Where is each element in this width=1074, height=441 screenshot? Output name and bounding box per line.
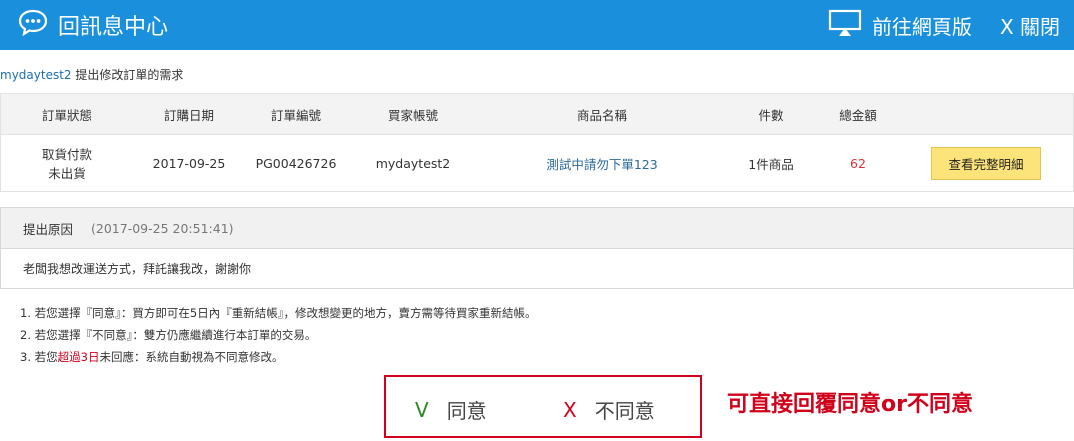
close-button[interactable]: X 關閉 <box>1000 11 1060 40</box>
total-amount: 62 <box>817 134 899 192</box>
product-link[interactable]: 測試中請勿下單123 <box>546 157 657 172</box>
check-v-icon: V <box>415 397 429 422</box>
note3-suffix: 未回應：系統自動視為不同意修改。 <box>99 350 284 364</box>
notes-list: 1. 若您選擇『同意』：買方即可在5日內『重新結帳』，修改想變更的地方，賣方需等… <box>20 302 536 368</box>
agree-label: 同意 <box>446 399 487 423</box>
header-buyer: 買家帳號 <box>347 93 479 135</box>
webpage-version-label: 前往網頁版 <box>871 14 972 39</box>
note-item: 2. 若您選擇『不同意』：雙方仍應繼續進行本訂單的交易。 <box>20 328 317 342</box>
requester-username[interactable]: mydaytest2 <box>0 68 72 82</box>
header-actions <box>899 93 1074 135</box>
disagree-label: 不同意 <box>594 399 655 423</box>
header-date: 訂購日期 <box>133 93 245 135</box>
note3-prefix: 3. 若您 <box>20 350 58 364</box>
order-table-header: 訂單狀態 訂購日期 訂單編號 買家帳號 商品名稱 件數 總金額 <box>0 93 1074 135</box>
header-status: 訂單狀態 <box>0 93 133 135</box>
header-order-no: 訂單編號 <box>245 93 347 135</box>
annotation-hint: 可直接回覆同意or不同意 <box>727 392 973 417</box>
product-cell: 測試中請勿下單123 <box>479 134 725 192</box>
view-details-button[interactable]: 查看完整明細 <box>931 146 1041 180</box>
order-status-line1: 取貨付款 <box>41 147 92 162</box>
reply-options-box: V 同意 X 不同意 <box>384 375 702 438</box>
reason-label: 提出原因 <box>23 221 74 237</box>
reason-header: 提出原因 (2017-09-25 20:51:41) <box>1 208 1073 249</box>
header-product: 商品名稱 <box>479 93 725 135</box>
reason-text: 老闆我想改運送方式，拜託讓我改，謝謝你 <box>23 262 252 276</box>
header-actions: 前往網頁版 X 關閉 <box>828 8 1060 42</box>
note-item: 1. 若您選擇『同意』：買方即可在5日內『重新結帳』，修改想變更的地方，賣方需等… <box>20 306 537 320</box>
table-row: 取貨付款 未出貨 2017-09-25 PG00426726 mydaytest… <box>0 134 1074 192</box>
agree-button[interactable]: V 同意 <box>415 395 487 424</box>
order-table: 訂單狀態 訂購日期 訂單編號 買家帳號 商品名稱 件數 總金額 取貨付款 未出貨… <box>0 93 1074 192</box>
buyer-account: mydaytest2 <box>347 134 479 192</box>
close-label: X 關閉 <box>999 14 1060 39</box>
item-count: 1件商品 <box>725 134 817 192</box>
request-line: mydaytest2 提出修改訂單的需求 <box>0 66 183 83</box>
header-qty: 件數 <box>725 93 817 135</box>
reason-timestamp: (2017-09-25 20:51:41) <box>91 220 234 236</box>
order-date: 2017-09-25 <box>133 134 245 192</box>
reason-panel: 提出原因 (2017-09-25 20:51:41) 老闆我想改運送方式，拜託讓… <box>0 207 1074 289</box>
request-text: 提出修改訂單的需求 <box>71 68 184 82</box>
order-status-line2: 未出貨 <box>48 166 86 181</box>
monitor-icon <box>828 9 862 42</box>
order-number: PG00426726 <box>245 134 347 192</box>
order-status-cell: 取貨付款 未出貨 <box>0 134 133 192</box>
header-bar: 回訊息中心 前往網頁版 X 關閉 <box>0 0 1074 50</box>
cross-x-icon: X <box>563 397 577 422</box>
disagree-button[interactable]: X 不同意 <box>563 395 655 424</box>
chat-bubble-icon <box>18 8 48 42</box>
note-item: 3. 若您超過3日未回應：系統自動視為不同意修改。 <box>20 346 536 368</box>
detail-cell: 查看完整明細 <box>899 134 1074 192</box>
note3-highlight: 超過3日 <box>57 350 100 364</box>
webpage-version-button[interactable]: 前往網頁版 <box>828 9 972 42</box>
header-title-group: 回訊息中心 <box>18 8 168 42</box>
header-amount: 總金額 <box>817 93 899 135</box>
header-title: 回訊息中心 <box>58 15 169 40</box>
